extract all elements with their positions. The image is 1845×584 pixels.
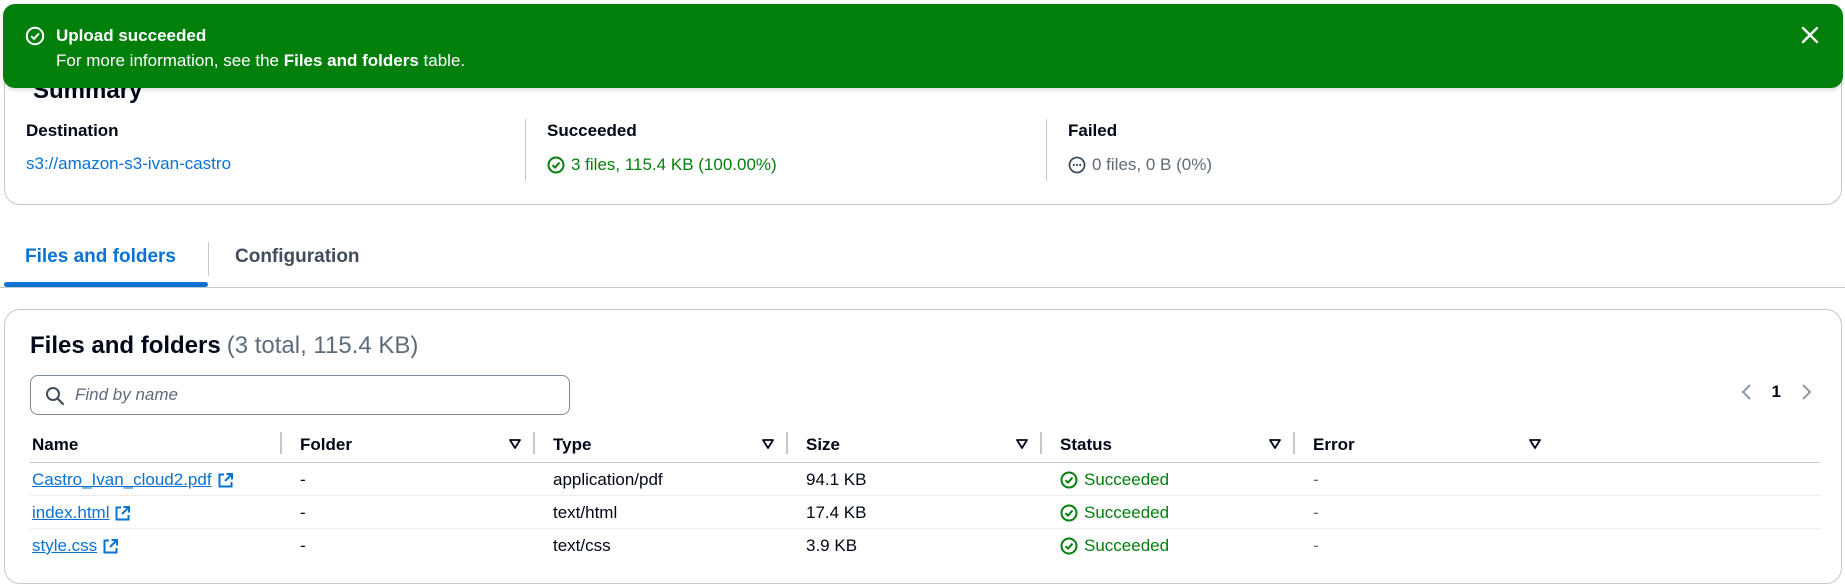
tab-separator: [208, 242, 209, 276]
error-cell: -: [1313, 503, 1319, 522]
caret-down-icon[interactable]: [1015, 437, 1029, 455]
column-resizer[interactable]: [533, 432, 535, 454]
size-cell: 3.9 KB: [806, 536, 858, 555]
file-link[interactable]: index.html: [32, 503, 131, 523]
table-row: style.css - text/css 3.9 KB Succeeded -: [30, 529, 1820, 562]
check-circle-icon: [25, 26, 45, 51]
caret-down-icon[interactable]: [508, 437, 522, 455]
tab-configuration[interactable]: Configuration: [235, 246, 360, 268]
error-cell: -: [1313, 470, 1319, 489]
caret-down-icon[interactable]: [761, 437, 775, 455]
external-link-icon[interactable]: [217, 472, 234, 489]
succeeded-block: Succeeded 3 files, 115.4 KB (100.00%): [547, 121, 777, 175]
summary-divider: [525, 119, 526, 181]
caret-down-icon[interactable]: [1528, 437, 1542, 455]
files-title-text: Files and folders: [30, 332, 221, 359]
files-count: (3 total, 115.4 KB): [226, 332, 419, 359]
pending-circle-icon: [1068, 156, 1086, 174]
status-text: Succeeded: [1084, 536, 1170, 555]
flash-message-suffix: table.: [418, 51, 466, 70]
close-icon[interactable]: [1799, 24, 1821, 51]
error-cell: -: [1313, 536, 1319, 555]
external-link-icon[interactable]: [102, 538, 119, 555]
search-icon: [45, 386, 65, 411]
file-link[interactable]: Castro_Ivan_cloud2.pdf: [32, 470, 234, 490]
succeeded-label: Succeeded: [547, 121, 637, 140]
summary-divider: [1046, 119, 1047, 181]
flash-title: Upload succeeded: [56, 26, 207, 45]
column-resizer[interactable]: [280, 432, 282, 454]
folder-cell: -: [300, 536, 306, 555]
pagination: 1: [1740, 382, 1813, 402]
column-header-size[interactable]: Size: [806, 435, 840, 455]
external-link-icon[interactable]: [114, 505, 131, 522]
folder-cell: -: [300, 503, 306, 522]
tab-files-and-folders[interactable]: Files and folders: [25, 246, 176, 268]
check-circle-icon: [1060, 471, 1078, 489]
failed-label: Failed: [1068, 121, 1118, 140]
type-cell: text/html: [553, 503, 618, 522]
status-text: Succeeded: [1084, 470, 1170, 489]
destination-label: Destination: [26, 121, 119, 140]
file-name[interactable]: index.html: [32, 503, 109, 523]
flash-message-bold: Files and folders: [283, 51, 419, 70]
page-number[interactable]: 1: [1772, 382, 1781, 402]
destination-link[interactable]: s3://amazon-s3-ivan-castro: [26, 154, 231, 174]
files-title: Files and folders (3 total, 115.4 KB): [30, 332, 418, 360]
type-cell: application/pdf: [553, 470, 663, 489]
active-tab-indicator: [4, 282, 208, 287]
column-header-error[interactable]: Error: [1313, 435, 1355, 455]
files-and-folders-card: Files and folders(3 total, 115.4 KB) 1 N…: [4, 309, 1842, 584]
status-cell: Succeeded: [1060, 503, 1169, 523]
file-name[interactable]: Castro_Ivan_cloud2.pdf: [32, 470, 212, 490]
search-input[interactable]: [75, 382, 555, 408]
succeeded-value: 3 files, 115.4 KB (100.00%): [547, 155, 777, 175]
failed-text: 0 files, 0 B (0%): [1092, 155, 1212, 174]
table-row: Castro_Ivan_cloud2.pdf - application/pdf…: [30, 463, 1820, 496]
failed-block: Failed 0 files, 0 B (0%): [1068, 121, 1212, 175]
check-circle-icon: [547, 156, 565, 174]
column-header-type[interactable]: Type: [553, 435, 591, 455]
upload-success-flash: Upload succeeded For more information, s…: [3, 4, 1843, 88]
column-resizer[interactable]: [786, 432, 788, 454]
failed-value: 0 files, 0 B (0%): [1068, 155, 1212, 175]
destination-block: Destination s3://amazon-s3-ivan-castro: [26, 121, 231, 174]
flash-message: For more information, see the Files and …: [56, 51, 465, 71]
tabs-bar: Files and folders Configuration: [0, 232, 1845, 288]
check-circle-icon: [1060, 504, 1078, 522]
succeeded-text: 3 files, 115.4 KB (100.00%): [571, 155, 777, 174]
file-link[interactable]: style.css: [32, 536, 119, 556]
column-header-name[interactable]: Name: [32, 435, 78, 455]
check-circle-icon: [1060, 537, 1078, 555]
column-header-status[interactable]: Status: [1060, 435, 1112, 455]
chevron-right-icon[interactable]: [1799, 382, 1813, 402]
column-resizer[interactable]: [1293, 432, 1295, 454]
status-cell: Succeeded: [1060, 470, 1169, 490]
file-name[interactable]: style.css: [32, 536, 97, 556]
size-cell: 94.1 KB: [806, 470, 867, 489]
column-resizer[interactable]: [1040, 432, 1042, 454]
type-cell: text/css: [553, 536, 611, 555]
flash-message-prefix: For more information, see the: [56, 51, 284, 70]
table-row: index.html - text/html 17.4 KB Succeeded…: [30, 496, 1820, 529]
column-header-folder[interactable]: Folder: [300, 435, 352, 455]
caret-down-icon[interactable]: [1268, 437, 1282, 455]
folder-cell: -: [300, 470, 306, 489]
status-cell: Succeeded: [1060, 536, 1169, 556]
table-header: Name Folder Type Size Status Error: [30, 427, 1820, 463]
size-cell: 17.4 KB: [806, 503, 867, 522]
chevron-left-icon[interactable]: [1740, 382, 1754, 402]
status-text: Succeeded: [1084, 503, 1170, 522]
search-box: [30, 375, 570, 415]
